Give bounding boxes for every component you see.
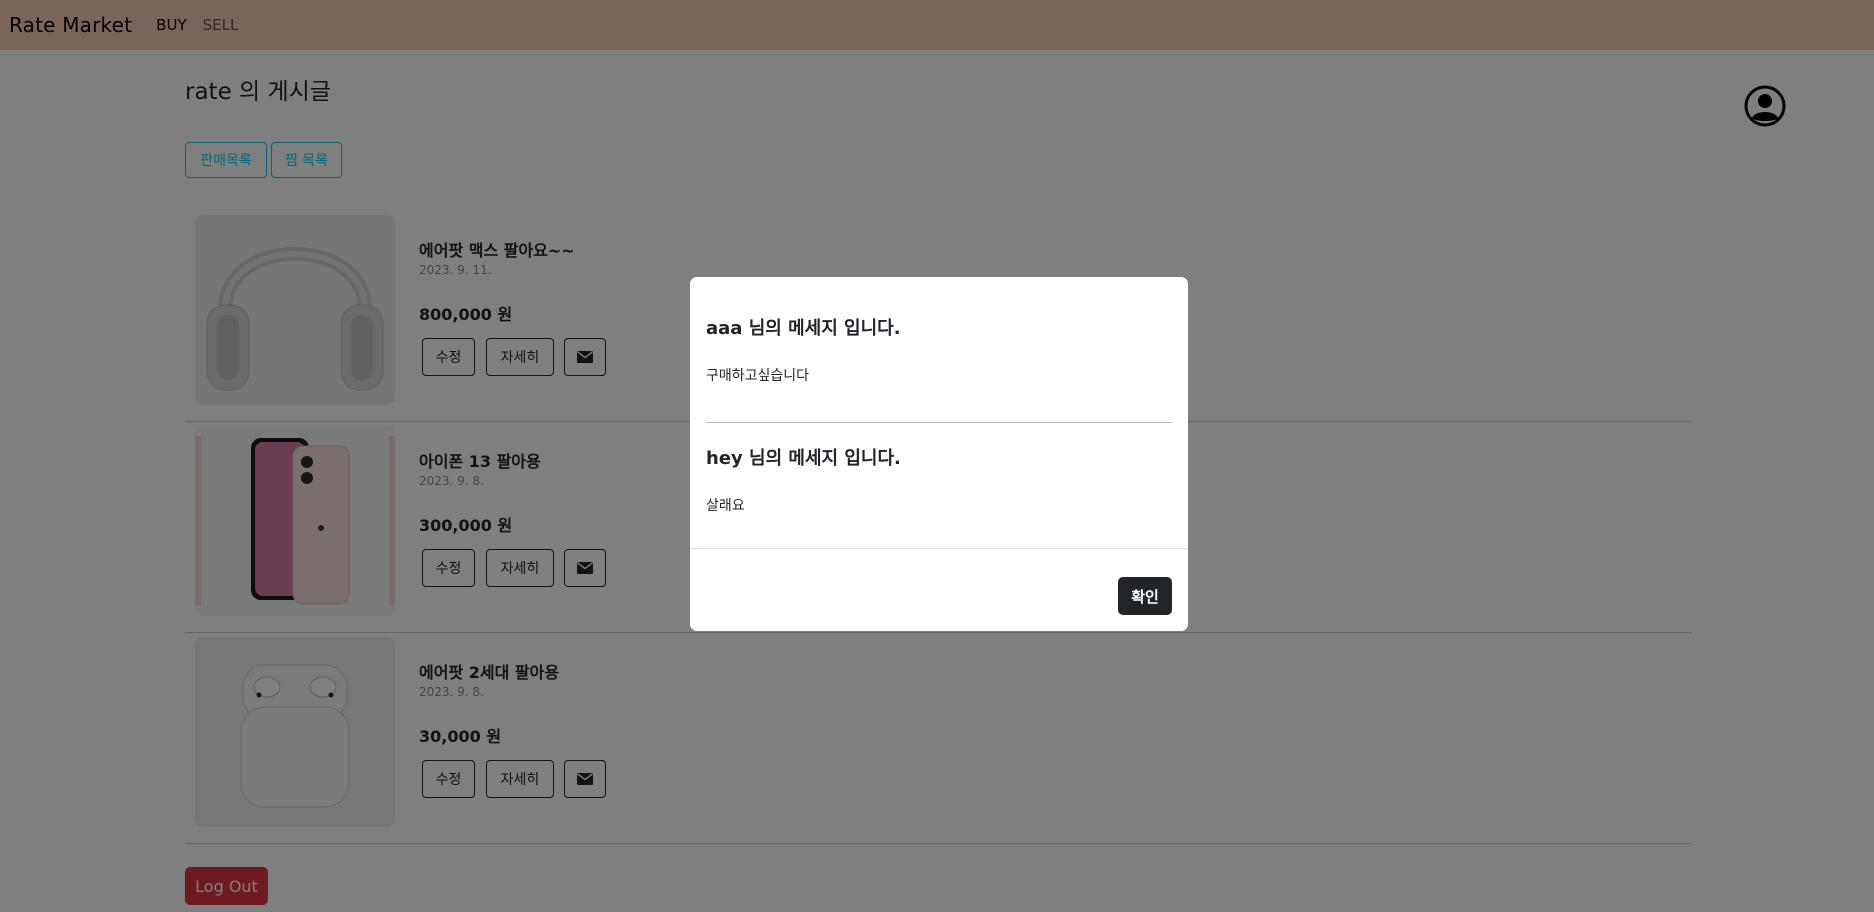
- messages-modal: aaa 님의 메세지 입니다. 구매하고싶습니다 hey 님의 메세지 입니다.…: [690, 277, 1188, 631]
- confirm-button[interactable]: 확인: [1118, 577, 1172, 615]
- message-divider: [706, 422, 1172, 423]
- message-text: 구매하고싶습니다: [706, 368, 810, 384]
- message-block: hey 님의 메세지 입니다. 살래요: [706, 444, 1172, 515]
- message-text: 살래요: [706, 498, 745, 514]
- message-title: hey 님의 메세지 입니다.: [706, 448, 901, 469]
- message-title: aaa 님의 메세지 입니다.: [706, 318, 901, 339]
- modal-footer-divider: [690, 548, 1188, 549]
- message-block: aaa 님의 메세지 입니다. 구매하고싶습니다: [706, 314, 1172, 385]
